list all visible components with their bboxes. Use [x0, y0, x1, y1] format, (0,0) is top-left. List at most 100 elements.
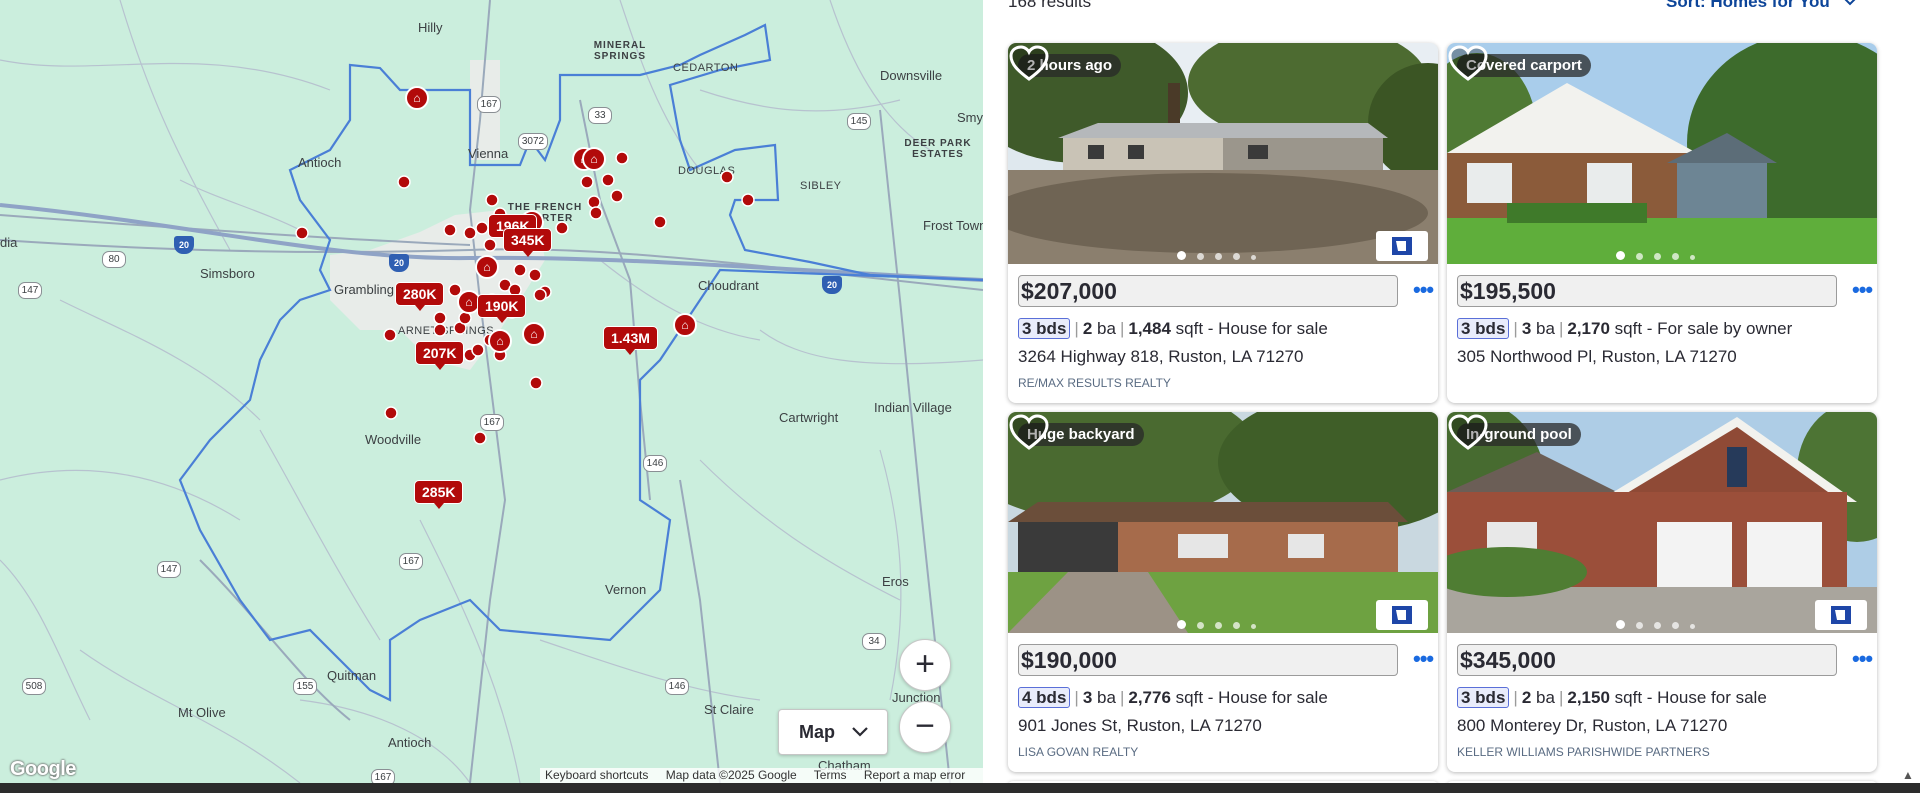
listing-price: $195,500	[1457, 275, 1837, 307]
house-pin-icon[interactable]: ⌂	[673, 313, 697, 337]
place-label: Antioch	[388, 735, 432, 750]
listing-address[interactable]: 901 Jones St, Ruston, LA 71270	[1018, 716, 1262, 736]
house-pin-icon[interactable]: ⌂	[405, 86, 429, 110]
price-pin[interactable]: 1.43M	[603, 326, 658, 355]
save-heart-icon[interactable]	[1447, 412, 1489, 454]
place-label: dia	[0, 235, 18, 250]
zoom-out-button[interactable]: −	[899, 701, 951, 753]
place-label: Antioch	[298, 155, 342, 170]
keyboard-shortcuts-link[interactable]: Keyboard shortcuts	[545, 768, 648, 782]
baths-count: 3	[1521, 319, 1532, 338]
place-label: Vienna	[468, 146, 509, 161]
beds-count: 4 bds	[1018, 687, 1071, 708]
scroll-down-arrow-icon[interactable]: ▲	[1902, 768, 1914, 782]
listing-address[interactable]: 305 Northwood Pl, Ruston, LA 71270	[1457, 347, 1737, 367]
mls-logo	[1815, 600, 1867, 630]
route-shield: 34	[862, 633, 886, 650]
photo-carousel-dots[interactable]	[1177, 247, 1267, 260]
photo-carousel-dots[interactable]	[1177, 616, 1267, 629]
listing-card[interactable]: Covered carport $195,500 ••• 3 bds | 3 ba |…	[1447, 43, 1877, 403]
place-label: St Claire	[704, 702, 754, 717]
listing-details: 3 bds | 2 ba | 1,484 sqft - House for sale	[1018, 317, 1328, 341]
map-type-dropdown[interactable]: Map	[778, 709, 888, 755]
more-options-icon[interactable]: •••	[1413, 648, 1434, 670]
map-attribution: Keyboard shortcuts Map data ©2025 Google…	[540, 768, 983, 783]
mls-logo	[1376, 600, 1428, 630]
listing-photo[interactable]: Covered carport	[1447, 43, 1877, 264]
listing-broker: LISA GOVAN REALTY	[1018, 745, 1139, 759]
price-pin[interactable]: 280K	[395, 282, 445, 311]
save-heart-icon[interactable]	[1447, 43, 1489, 85]
sqft-value: 2,170	[1567, 319, 1610, 338]
place-label: Downsville	[880, 68, 943, 83]
listing-details: 3 bds | 3 ba | 2,170 sqft - For sale by owne…	[1457, 317, 1792, 341]
listing-photo[interactable]: In-ground pool	[1447, 412, 1877, 633]
listing-card[interactable]: 2 hours ago $207,000 ••• 3 bds | 2 ba | 1,48…	[1008, 43, 1438, 403]
sqft-value: 2,776	[1128, 688, 1171, 707]
route-shield: 155	[293, 678, 317, 695]
place-label: Choudrant	[698, 278, 759, 293]
mls-logo	[1376, 231, 1428, 261]
map-data-text: Map data ©2025 Google	[665, 768, 797, 782]
results-panel[interactable]: 168 results Sort: Homes for You 2 hours …	[983, 0, 1920, 783]
route-shield: 3072	[518, 133, 548, 150]
listing-address[interactable]: 3264 Highway 818, Ruston, LA 71270	[1018, 347, 1303, 367]
place-label: DEER PARK ESTATES	[904, 138, 972, 160]
listing-type: - For sale by owner	[1646, 319, 1793, 338]
house-pin-icon[interactable]: ⌂	[488, 329, 512, 353]
terms-link[interactable]: Terms	[814, 768, 847, 782]
route-shield: 167	[399, 553, 423, 570]
listing-photo[interactable]: Huge backyard	[1008, 412, 1438, 633]
map-area[interactable]: Hilly MINERAL SPRINGS CEDARTON Downsvill…	[0, 0, 983, 783]
interstate-shield: 20	[389, 254, 409, 272]
route-shield: 33	[588, 107, 612, 124]
photo-carousel-dots[interactable]	[1616, 247, 1706, 260]
listing-price: $345,000	[1457, 644, 1837, 676]
place-label: Vernon	[605, 582, 647, 597]
house-pin-icon[interactable]: ⌂	[475, 255, 499, 279]
listing-address[interactable]: 800 Monterey Dr, Ruston, LA 71270	[1457, 716, 1727, 736]
house-pin-icon[interactable]: ⌂	[582, 147, 606, 171]
price-pin[interactable]: 190K	[477, 294, 527, 323]
place-label: Hilly	[418, 20, 443, 35]
zoom-in-button[interactable]: +	[899, 639, 951, 691]
place-label: Cartwright	[779, 410, 839, 425]
price-pin[interactable]: 207K	[415, 341, 465, 370]
listing-broker: KELLER WILLIAMS PARISHWIDE PARTNERS	[1457, 745, 1710, 759]
price-pin[interactable]: 285K	[414, 480, 464, 509]
place-label: Simsboro	[200, 266, 255, 281]
sort-dropdown[interactable]: Sort: Homes for You	[1666, 0, 1858, 12]
listing-photo[interactable]: 2 hours ago	[1008, 43, 1438, 264]
sqft-value: 1,484	[1128, 319, 1171, 338]
place-label: Quitman	[327, 668, 377, 683]
route-shield: 147	[157, 561, 181, 578]
more-options-icon[interactable]: •••	[1413, 279, 1434, 301]
place-label: Mt Olive	[178, 705, 226, 720]
more-options-icon[interactable]: •••	[1852, 279, 1873, 301]
place-label: Grambling	[334, 282, 394, 297]
app-root: Hilly MINERAL SPRINGS CEDARTON Downsvill…	[0, 0, 1920, 793]
sqft-value: 2,150	[1567, 688, 1610, 707]
photo-carousel-dots[interactable]	[1616, 616, 1706, 629]
listing-card[interactable]: In-ground pool $345,000 ••• 3 bds | 2 ba | 2…	[1447, 412, 1877, 772]
route-shield: 167	[477, 96, 501, 113]
place-label: CEDARTON	[673, 62, 739, 74]
baths-count: 2	[1521, 688, 1532, 707]
save-heart-icon[interactable]	[1008, 412, 1050, 454]
price-pin[interactable]: 345K	[503, 228, 553, 257]
taskbar-edge	[0, 783, 1920, 793]
save-heart-icon[interactable]	[1008, 43, 1050, 85]
report-map-error-link[interactable]: Report a map error	[864, 768, 965, 782]
listing-type: - House for sale	[1646, 688, 1767, 707]
chevron-down-icon	[1842, 0, 1858, 11]
house-pin-icon[interactable]: ⌂	[522, 322, 546, 346]
place-label: Indian Village	[874, 400, 952, 415]
interstate-shield: 20	[822, 276, 842, 294]
route-shield: 508	[22, 678, 46, 695]
listing-card[interactable]: Huge backyard $190,000 ••• 4 bds | 3 ba | 2,…	[1008, 412, 1438, 772]
map-type-label: Map	[799, 722, 835, 742]
more-options-icon[interactable]: •••	[1852, 648, 1873, 670]
interstate-shield: 20	[174, 236, 194, 254]
map-base-layer	[0, 0, 983, 783]
result-count: 168 results	[1008, 0, 1092, 11]
